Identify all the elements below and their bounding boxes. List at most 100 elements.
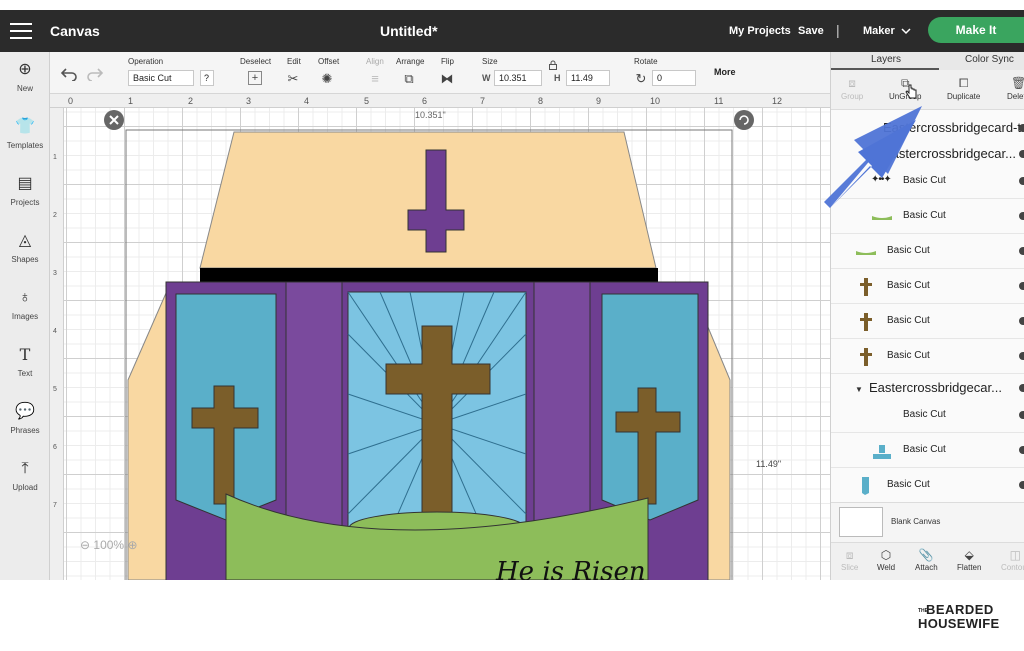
align-icon[interactable]: ≡ xyxy=(366,71,384,87)
tab-color-sync[interactable]: Color Sync xyxy=(965,54,1014,65)
scissors-icon[interactable]: ✂ xyxy=(284,71,302,87)
cross-thumb-icon xyxy=(860,278,872,296)
layer-item[interactable]: Basic Cut xyxy=(831,269,1024,304)
rotate-input[interactable]: 0 xyxy=(652,70,696,86)
arrange-label: Arrange xyxy=(396,57,425,66)
sidebar-item-shapes[interactable]: ◬ Shapes xyxy=(0,231,50,287)
close-handle-icon[interactable] xyxy=(104,110,124,130)
arrange-icon[interactable]: ⧉ xyxy=(400,71,418,87)
edit-label: Edit xyxy=(287,57,301,66)
paperclip-icon: 📎 xyxy=(918,548,934,562)
panel-bottom-tools: ⧈ Slice ⬡ Weld 📎 Attach ⬙ Flatten ◫ Cont… xyxy=(831,542,1024,580)
speech-bubble-icon: 💬 xyxy=(15,403,35,420)
left-side-panel[interactable] xyxy=(127,283,171,580)
layer-item[interactable]: Basic Cut xyxy=(831,304,1024,339)
height-readout: 11.49" xyxy=(756,459,781,469)
easter-card-design[interactable]: He is Risen 10.351" 11.49" xyxy=(50,94,830,580)
height-label: H xyxy=(554,73,561,83)
canvas-swatch[interactable] xyxy=(839,507,883,537)
flatten-button[interactable]: ⬙ Flatten xyxy=(957,547,981,572)
machine-select[interactable]: Maker xyxy=(863,25,895,37)
top-bar: Canvas Untitled* My Projects Save | Make… xyxy=(0,10,1024,52)
rotate-handle-icon[interactable] xyxy=(734,110,754,130)
document-title[interactable]: Untitled* xyxy=(380,23,438,39)
width-readout: 10.351" xyxy=(415,110,446,120)
contour-button[interactable]: ◫ Contour xyxy=(1001,547,1024,572)
eye-icon[interactable] xyxy=(1019,317,1024,325)
more-menu[interactable]: More xyxy=(714,67,736,77)
make-it-button[interactable]: Make It xyxy=(928,17,1024,43)
topbar-separator: | xyxy=(836,22,840,38)
text-icon: T xyxy=(19,345,31,364)
black-band[interactable] xyxy=(200,268,658,282)
my-projects-link[interactable]: My Projects xyxy=(729,25,791,37)
rotate-label: Rotate xyxy=(634,57,658,66)
shapes-icon: ◬ xyxy=(18,232,32,249)
sidebar-item-text[interactable]: T Text xyxy=(0,345,50,401)
eye-icon[interactable] xyxy=(1019,282,1024,290)
help-button[interactable]: ? xyxy=(200,70,214,86)
layer-item[interactable]: Basic Cut xyxy=(831,234,1024,269)
chevron-down-icon[interactable] xyxy=(900,25,912,37)
eye-icon[interactable] xyxy=(1019,446,1024,454)
deselect-icon[interactable]: + xyxy=(248,71,262,85)
redo-icon[interactable] xyxy=(86,65,104,81)
tab-layers[interactable]: Layers xyxy=(871,54,901,65)
hamburger-menu-icon[interactable] xyxy=(10,23,32,39)
flip-icon[interactable]: ⧓ xyxy=(438,71,456,87)
sidebar-item-images[interactable]: ♁ Images xyxy=(0,288,50,344)
sidebar-item-phrases[interactable]: 💬 Phrases xyxy=(0,402,50,458)
card-text[interactable]: He is Risen xyxy=(495,557,646,580)
projects-icon: ▤ xyxy=(17,175,33,192)
eye-icon[interactable] xyxy=(1019,212,1024,220)
size-label: Size xyxy=(482,57,498,66)
app-title: Canvas xyxy=(50,23,100,39)
layer-item[interactable]: Basic Cut xyxy=(831,433,1024,468)
sidebar-item-templates[interactable]: 👕 Templates xyxy=(0,117,50,173)
eye-icon[interactable] xyxy=(1019,177,1024,185)
height-input[interactable]: 11.49 xyxy=(566,70,610,86)
offset-icon[interactable]: ✺ xyxy=(318,71,336,87)
eye-icon[interactable] xyxy=(1019,481,1024,489)
pointer-arrow-annotation xyxy=(824,106,922,208)
collapse-triangle-icon[interactable]: ▼ xyxy=(855,385,863,394)
left-sidebar: ⊕ New 👕 Templates ▤ Projects ◬ Shapes ♁ … xyxy=(0,52,50,580)
sidebar-item-upload[interactable]: ⤒ Upload xyxy=(0,459,50,515)
save-button[interactable]: Save xyxy=(798,25,824,37)
eye-icon[interactable] xyxy=(1019,150,1024,158)
deselect-label: Deselect xyxy=(240,57,272,66)
flatten-icon: ⬙ xyxy=(964,548,974,562)
sidebar-item-new[interactable]: ⊕ New xyxy=(0,60,50,116)
weld-button[interactable]: ⬡ Weld xyxy=(877,547,895,572)
eye-icon[interactable] xyxy=(1019,384,1024,392)
slice-icon: ⧈ xyxy=(845,548,854,562)
cross-thumb-icon xyxy=(860,313,872,331)
eye-icon[interactable] xyxy=(1019,411,1024,419)
eye-icon[interactable] xyxy=(1019,247,1024,255)
layer-item[interactable]: Basic Cut xyxy=(831,339,1024,374)
green-bar-thumb-icon xyxy=(856,251,876,255)
blank-canvas-row[interactable]: Blank Canvas xyxy=(831,502,1024,542)
upload-icon: ⤒ xyxy=(21,460,29,477)
eye-icon[interactable] xyxy=(1019,352,1024,360)
width-input[interactable]: 10.351 xyxy=(494,70,542,86)
lock-icon[interactable] xyxy=(548,60,558,70)
delete-button[interactable]: 🗑 Delete xyxy=(1007,74,1024,101)
undo-icon[interactable] xyxy=(60,65,78,81)
sidebar-item-projects[interactable]: ▤ Projects xyxy=(0,174,50,230)
trash-icon: 🗑 xyxy=(1010,76,1024,90)
duplicate-button[interactable]: ⧠ Duplicate xyxy=(947,74,980,101)
layer-item[interactable]: Basic Cut xyxy=(831,468,1024,503)
cross-thumb-icon xyxy=(860,348,872,366)
align-label: Align xyxy=(366,57,384,66)
attach-button[interactable]: 📎 Attach xyxy=(915,547,938,572)
lightbulb-icon: ♁ xyxy=(19,289,31,306)
zoom-out-icon[interactable]: ⊖ xyxy=(80,538,90,552)
slice-button[interactable]: ⧈ Slice xyxy=(841,547,858,572)
panel-tabs: Layers Color Sync xyxy=(831,52,1024,70)
eye-icon[interactable] xyxy=(1019,124,1024,132)
zoom-in-icon[interactable]: ⊕ xyxy=(127,538,137,552)
rotate-icon[interactable]: ↻ xyxy=(632,71,650,87)
operation-select[interactable]: Basic Cut xyxy=(128,70,194,86)
layer-item[interactable]: Basic Cut xyxy=(831,398,1024,433)
